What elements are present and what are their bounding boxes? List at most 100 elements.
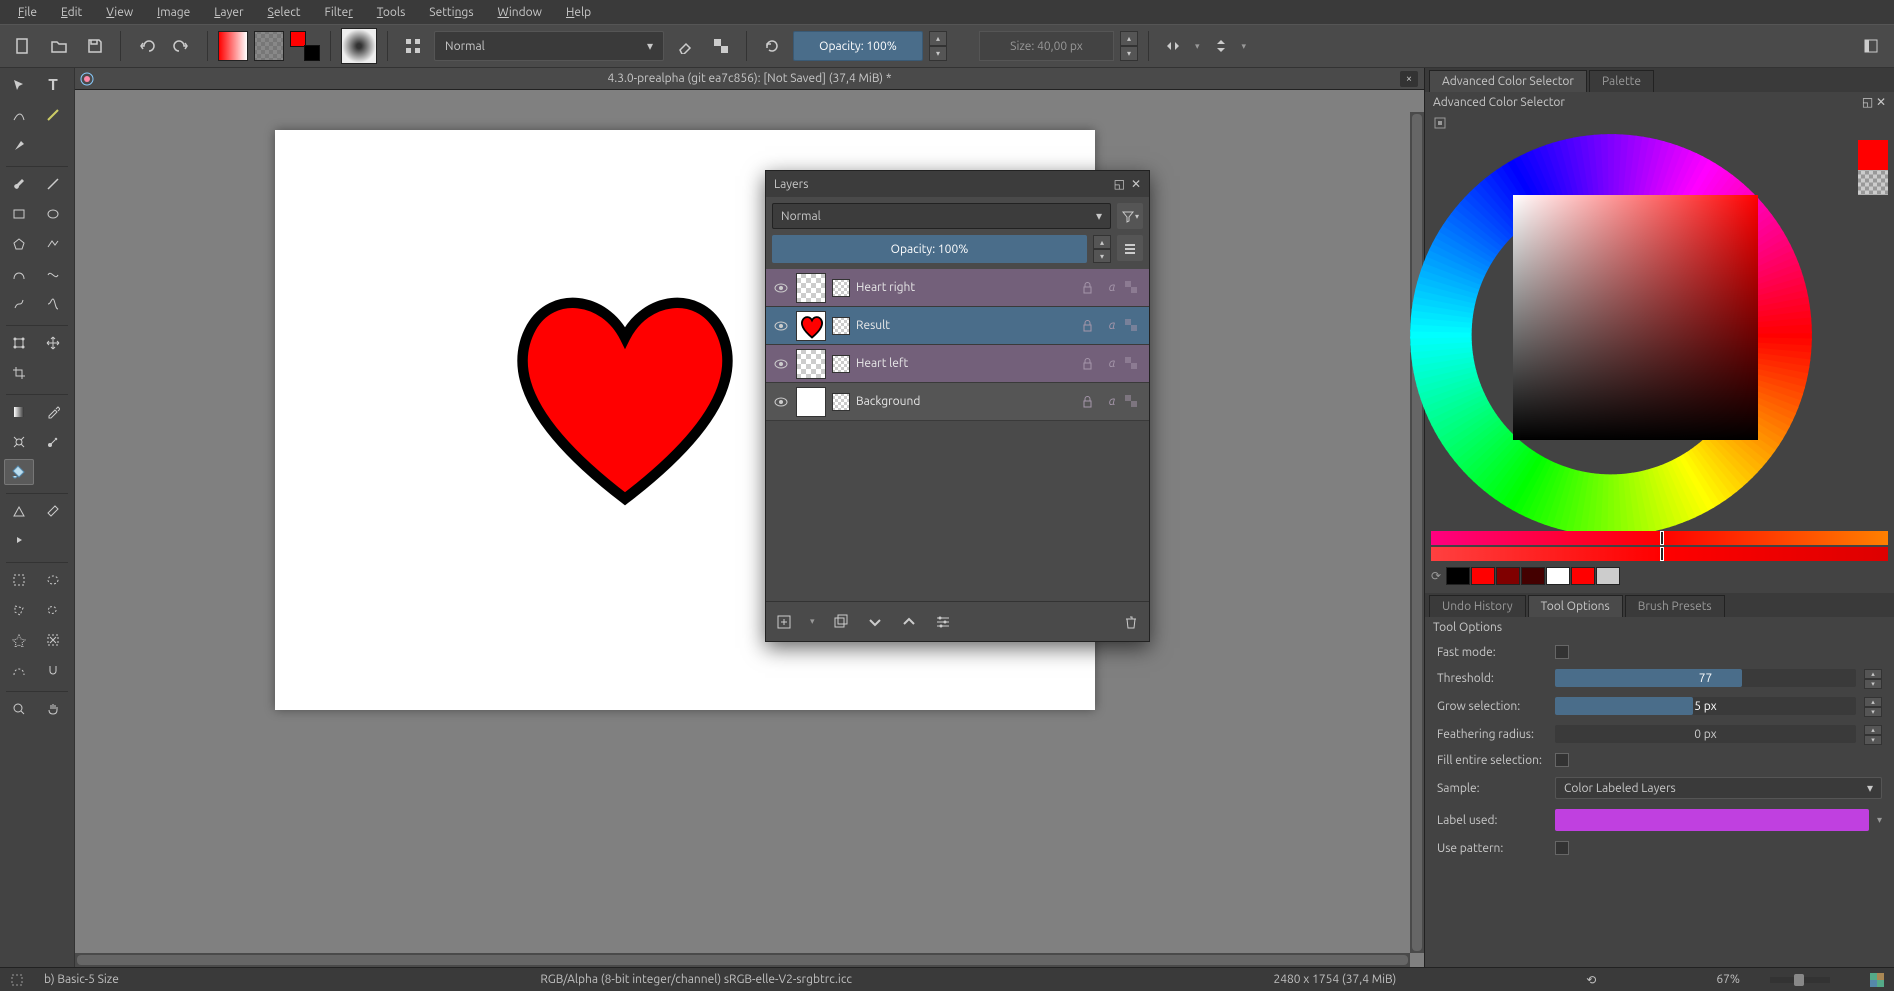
visibility-icon[interactable] — [772, 355, 790, 373]
tool-bezier-select[interactable] — [4, 657, 34, 683]
save-button[interactable] — [80, 31, 110, 61]
color-settings-icon[interactable] — [1433, 116, 1886, 130]
brush-size-field[interactable]: Size: 40,00 px — [979, 31, 1114, 61]
layers-panel[interactable]: Layers ◱ ✕ Normal▾ ▾ Opacity: 100% ▴▾ — [765, 170, 1150, 642]
tool-polygon[interactable] — [4, 231, 34, 257]
layers-panel-title-bar[interactable]: Layers ◱ ✕ — [766, 171, 1149, 197]
refresh-swatches-icon[interactable]: ⟳ — [1431, 569, 1441, 583]
layer-item[interactable]: Resultα — [766, 307, 1149, 345]
tool-gradient[interactable] — [4, 399, 34, 425]
tool-similar-select[interactable] — [38, 627, 68, 653]
tool-line[interactable] — [38, 171, 68, 197]
menu-view[interactable]: View — [96, 3, 143, 22]
alpha-icon[interactable]: α — [1103, 357, 1121, 370]
tool-bezier[interactable] — [4, 261, 34, 287]
opt-threshold-spinner[interactable]: ▴▾ — [1864, 669, 1882, 687]
color-swatch[interactable] — [1571, 567, 1595, 585]
tool-rect-select[interactable] — [4, 567, 34, 593]
inherit-alpha-icon[interactable] — [1125, 357, 1143, 370]
menu-select[interactable]: Select — [258, 3, 311, 22]
tab-tool-options[interactable]: Tool Options — [1528, 595, 1623, 617]
zoom-slider[interactable] — [1770, 977, 1830, 983]
opt-fastmode-checkbox[interactable] — [1555, 645, 1569, 659]
tool-poly-select[interactable] — [4, 597, 34, 623]
menu-edit[interactable]: Edit — [51, 3, 92, 22]
mirror-v-icon[interactable] — [1206, 31, 1236, 61]
tool-edit-shapes[interactable] — [4, 102, 34, 128]
opt-fillentire-checkbox[interactable] — [1555, 753, 1569, 767]
pattern-swatch[interactable] — [254, 31, 284, 61]
chevron-down-icon[interactable]: ▾ — [1877, 814, 1882, 826]
chevron-down-icon[interactable]: ▾ — [810, 616, 815, 627]
visibility-icon[interactable] — [772, 393, 790, 411]
menu-image[interactable]: Image — [147, 3, 200, 22]
redo-button[interactable] — [167, 31, 197, 61]
tool-rectangle[interactable] — [4, 201, 34, 227]
tool-color-picker[interactable] — [38, 399, 68, 425]
menu-file[interactable]: File — [8, 3, 47, 22]
delete-layer-icon[interactable] — [1123, 614, 1139, 630]
alpha-lock-icon[interactable] — [706, 31, 736, 61]
inherit-alpha-icon[interactable] — [1125, 395, 1143, 408]
menu-filter[interactable]: Filter — [315, 3, 363, 22]
alpha-icon[interactable]: α — [1103, 281, 1121, 294]
menu-tools[interactable]: Tools — [367, 3, 416, 22]
color-swatch[interactable] — [1521, 567, 1545, 585]
tool-zoom[interactable] — [4, 696, 34, 722]
color-swatch[interactable] — [1446, 567, 1470, 585]
opt-label-color[interactable] — [1555, 809, 1869, 831]
eraser-toggle-icon[interactable] — [670, 31, 700, 61]
inherit-alpha-icon[interactable] — [1125, 281, 1143, 294]
tab-palette[interactable]: Palette — [1589, 70, 1654, 92]
brush-preview[interactable] — [341, 28, 377, 64]
tool-calligraphy[interactable] — [38, 102, 68, 128]
layer-opacity-slider[interactable]: Opacity: 100% — [772, 235, 1087, 263]
tool-move[interactable] — [38, 330, 68, 356]
color-swatch[interactable] — [1546, 567, 1570, 585]
workspace-chooser-icon[interactable] — [398, 31, 428, 61]
lock-icon[interactable] — [1081, 395, 1099, 408]
undo-button[interactable] — [131, 31, 161, 61]
lock-icon[interactable] — [1081, 357, 1099, 370]
add-layer-icon[interactable] — [776, 614, 792, 630]
tool-contiguous-select[interactable] — [4, 627, 34, 653]
opt-usepattern-checkbox[interactable] — [1555, 841, 1569, 855]
fg-color-preview[interactable] — [1858, 140, 1888, 195]
selection-mode-icon[interactable] — [10, 973, 24, 987]
tool-brush[interactable] — [4, 171, 34, 197]
menu-help[interactable]: Help — [556, 3, 601, 22]
lock-icon[interactable] — [1081, 319, 1099, 332]
layer-item[interactable]: Heart leftα — [766, 345, 1149, 383]
fg-bg-color[interactable] — [290, 31, 320, 61]
lock-icon[interactable] — [1081, 281, 1099, 294]
color-swatch[interactable] — [1496, 567, 1520, 585]
tool-pan[interactable] — [38, 696, 68, 722]
close-tab-button[interactable]: × — [1400, 71, 1418, 87]
close-icon[interactable]: ✕ — [1131, 177, 1141, 191]
tool-pen[interactable] — [4, 132, 34, 158]
tool-dynamic[interactable] — [4, 291, 34, 317]
canvas-viewport[interactable]: Layers ◱ ✕ Normal▾ ▾ Opacity: 100% ▴▾ — [75, 90, 1424, 967]
tool-polyline[interactable] — [38, 231, 68, 257]
alpha-icon[interactable]: α — [1103, 319, 1121, 332]
layer-blend-combo[interactable]: Normal▾ — [772, 203, 1111, 229]
opt-feather-spinner[interactable]: ▴▾ — [1864, 725, 1882, 743]
hue-shade-bars[interactable] — [1425, 531, 1894, 563]
opt-grow-spinner[interactable]: ▴▾ — [1864, 697, 1882, 715]
tab-undo-history[interactable]: Undo History — [1429, 595, 1526, 617]
tool-ellipse-select[interactable] — [38, 567, 68, 593]
tool-colorize[interactable] — [38, 429, 68, 455]
tool-transform[interactable] — [4, 330, 34, 356]
float-icon[interactable]: ◱ — [1862, 96, 1873, 109]
tool-crop[interactable] — [4, 360, 34, 386]
opt-feather-slider[interactable]: 0 px — [1555, 725, 1856, 743]
tool-magnetic-select[interactable] — [38, 657, 68, 683]
tool-freehand-path[interactable] — [38, 261, 68, 287]
visibility-icon[interactable] — [772, 279, 790, 297]
opacity-spinner[interactable]: ▴▾ — [929, 31, 947, 61]
menu-layer[interactable]: Layer — [204, 3, 253, 22]
close-icon[interactable]: ✕ — [1876, 96, 1886, 109]
opt-threshold-slider[interactable]: 77 — [1555, 669, 1856, 687]
chevron-down-icon[interactable]: ▾ — [1195, 41, 1200, 52]
blend-mode-combo[interactable]: Normal ▾ — [434, 31, 664, 61]
